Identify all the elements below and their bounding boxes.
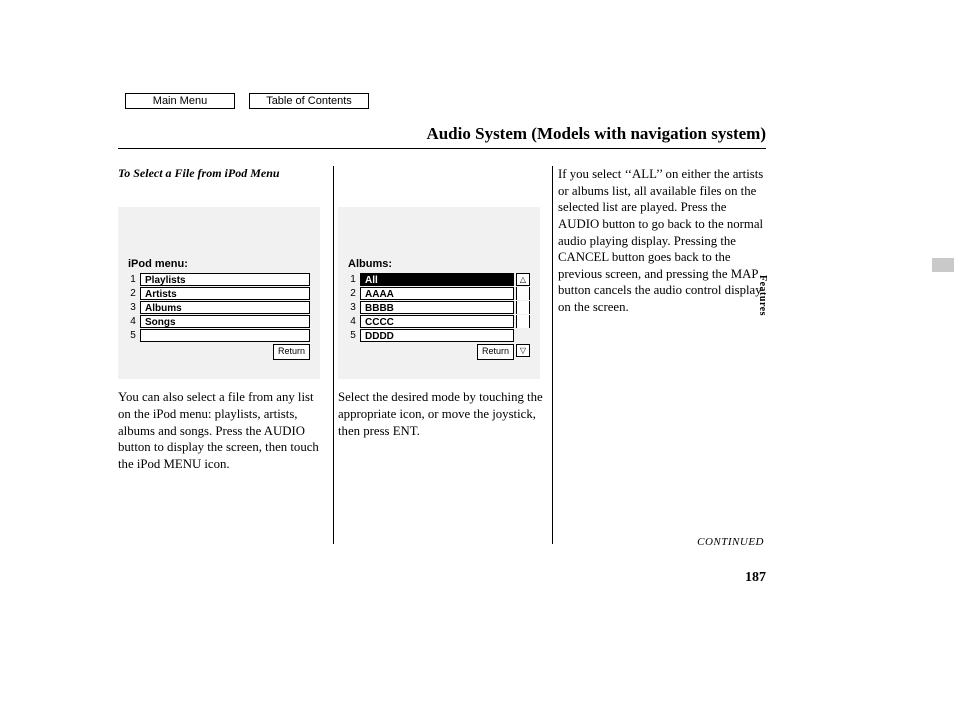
albums-screenshot: Albums: 1All△ 2AAAA 3BBBB 4CCCC 5DDDD Re…	[338, 207, 540, 379]
album-item[interactable]: DDDD	[360, 329, 514, 342]
return-button[interactable]: Return	[273, 344, 310, 360]
row-number: 1	[348, 274, 358, 287]
row-number: 4	[128, 316, 138, 329]
scroll-track	[516, 287, 530, 300]
table-of-contents-button[interactable]: Table of Contents	[249, 93, 369, 109]
scroll-track	[516, 301, 530, 314]
top-nav: Main Menu Table of Contents	[125, 93, 369, 109]
row-number: 3	[348, 302, 358, 315]
album-item[interactable]: BBBB	[360, 301, 514, 314]
row-number: 2	[348, 288, 358, 301]
ipod-menu-title: iPod menu:	[128, 257, 310, 271]
column-divider-1	[333, 166, 334, 544]
column-2-paragraph: Select the desired mode by touching the …	[338, 389, 548, 439]
continued-label: CONTINUED	[697, 536, 764, 548]
column-3-paragraph: If you select ‘‘ALL’’ on either the arti…	[558, 166, 768, 316]
ipod-menu-screenshot: iPod menu: 1Playlists 2Artists 3Albums 4…	[118, 207, 320, 379]
album-item[interactable]: AAAA	[360, 287, 514, 300]
page-title: Audio System (Models with navigation sys…	[426, 124, 766, 144]
ipod-menu-item-songs[interactable]: Songs	[140, 315, 310, 328]
scroll-up-icon[interactable]: △	[516, 273, 530, 286]
row-number: 5	[128, 330, 138, 343]
album-item-all[interactable]: All	[360, 273, 514, 286]
main-menu-button[interactable]: Main Menu	[125, 93, 235, 109]
section-subhead: To Select a File from iPod Menu	[118, 166, 328, 181]
title-rule	[118, 148, 766, 149]
column-divider-2	[552, 166, 553, 544]
row-number: 4	[348, 316, 358, 329]
page-number: 187	[745, 570, 766, 586]
ipod-menu-item-empty[interactable]	[140, 329, 310, 342]
row-number: 2	[128, 288, 138, 301]
return-button[interactable]: Return	[477, 344, 514, 360]
column-1: To Select a File from iPod Menu iPod men…	[118, 166, 328, 472]
ipod-menu-item-playlists[interactable]: Playlists	[140, 273, 310, 286]
row-number: 5	[348, 330, 358, 343]
column-1-paragraph: You can also select a file from any list…	[118, 389, 328, 472]
row-number: 3	[128, 302, 138, 315]
column-3: If you select ‘‘ALL’’ on either the arti…	[558, 166, 768, 316]
ipod-menu-item-albums[interactable]: Albums	[140, 301, 310, 314]
albums-title: Albums:	[348, 257, 530, 271]
row-number: 1	[128, 274, 138, 287]
album-item[interactable]: CCCC	[360, 315, 514, 328]
section-tab-label: Features	[757, 275, 768, 316]
column-2: . Albums: 1All△ 2AAAA 3BBBB 4CCCC 5DDDD …	[338, 166, 548, 439]
ipod-menu-item-artists[interactable]: Artists	[140, 287, 310, 300]
scroll-track	[516, 315, 530, 328]
scroll-down-icon[interactable]: ▽	[516, 344, 530, 357]
thumb-tab	[932, 258, 954, 272]
